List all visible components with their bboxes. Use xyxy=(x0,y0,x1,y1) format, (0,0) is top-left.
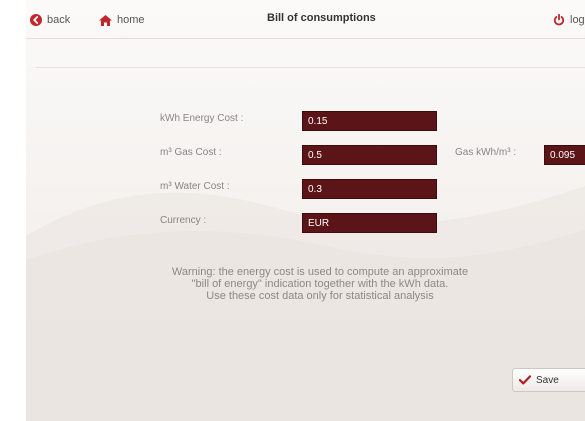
save-button[interactable]: Save xyxy=(512,368,585,392)
water-cost-input[interactable] xyxy=(302,179,437,199)
logout-label: logout xyxy=(570,14,585,26)
energy-cost-input[interactable] xyxy=(302,111,437,131)
circle-chevron-left-icon xyxy=(30,14,42,26)
gas-cost-input[interactable] xyxy=(302,145,437,165)
home-button[interactable]: home xyxy=(99,12,145,28)
logout-button[interactable]: logout xyxy=(553,12,585,28)
currency-input[interactable] xyxy=(302,213,437,233)
power-icon xyxy=(553,14,565,26)
warning-line-3: Use these cost data only for statistical… xyxy=(206,290,434,302)
gas-kwh-input[interactable] xyxy=(544,145,585,165)
warning-line-2: "bill of energy" indication together wit… xyxy=(191,278,449,290)
currency-label: Currency : xyxy=(160,215,207,226)
home-icon xyxy=(99,14,112,26)
checkmark-icon xyxy=(519,375,531,385)
warning-text: Warning: the energy cost is used to comp… xyxy=(130,266,510,302)
home-label: home xyxy=(117,14,145,26)
save-label: Save xyxy=(536,374,559,386)
water-cost-label: m³ Water Cost : xyxy=(160,181,230,192)
gas-cost-label: m³ Gas Cost : xyxy=(160,147,222,158)
background-wave xyxy=(26,186,585,421)
energy-cost-label: kWh Energy Cost : xyxy=(160,113,244,124)
warning-line-1: Warning: the energy cost is used to comp… xyxy=(171,266,469,278)
back-label: back xyxy=(47,14,71,26)
main-panel xyxy=(26,0,585,421)
page-title: Bill of consumptions xyxy=(267,12,376,24)
header-divider xyxy=(36,67,585,68)
gas-kwh-label: Gas kWh/m³ : xyxy=(455,147,517,158)
back-button[interactable]: back xyxy=(30,12,70,28)
